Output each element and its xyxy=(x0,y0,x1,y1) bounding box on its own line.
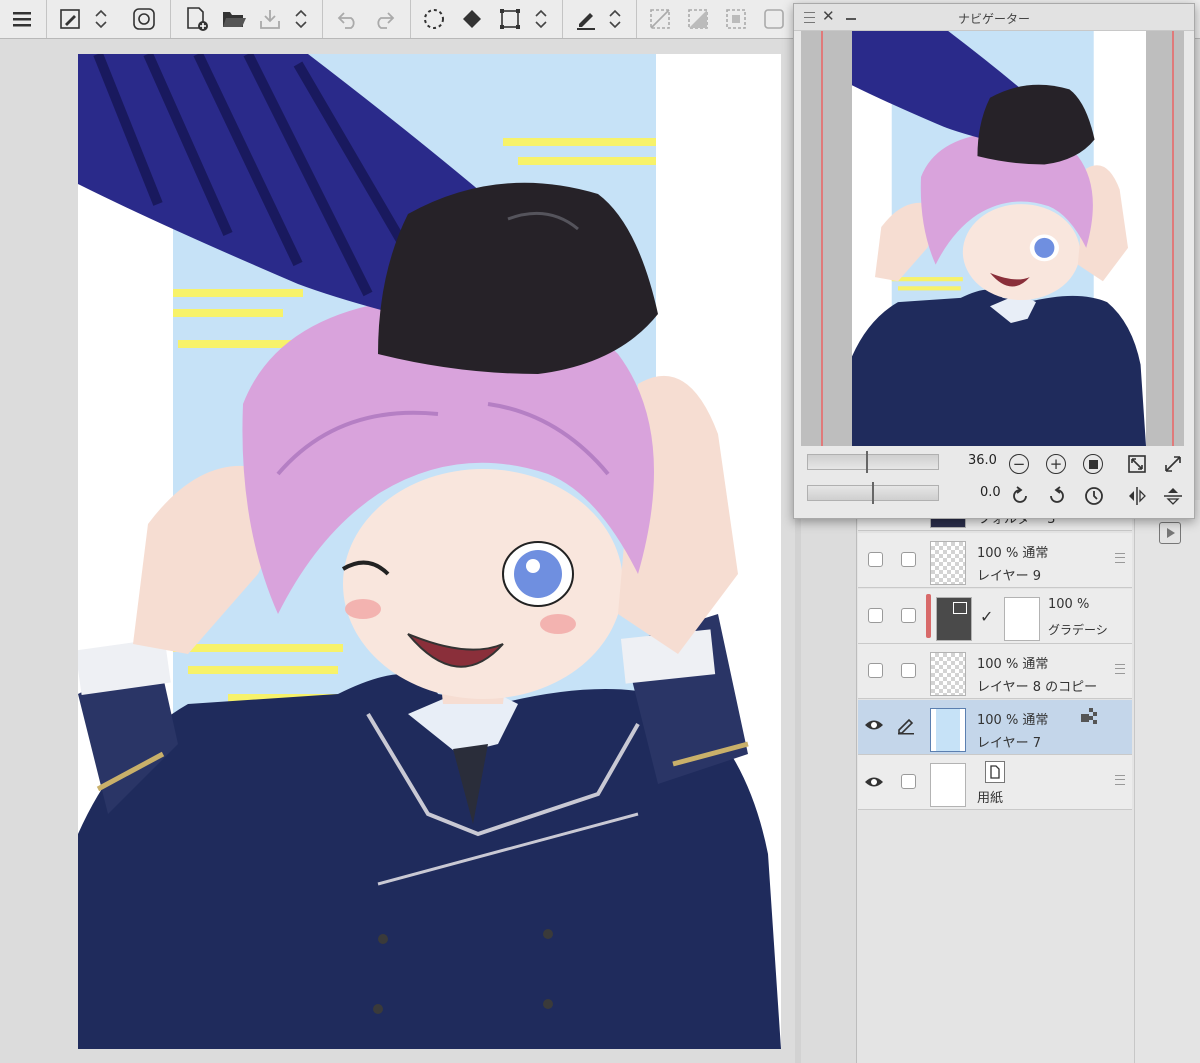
edit-toggle[interactable] xyxy=(901,552,916,567)
redo-icon[interactable] xyxy=(370,5,398,33)
paper-type-icon xyxy=(985,761,1005,783)
reset-rotation-icon[interactable] xyxy=(1083,485,1105,511)
invert-select-icon[interactable] xyxy=(684,5,712,33)
new-page-icon[interactable] xyxy=(182,5,210,33)
checkmark-icon: ✓ xyxy=(980,607,994,626)
layer-row-layer8-copy[interactable]: 100 % 通常 レイヤー 8 のコピー xyxy=(858,644,1132,699)
open-folder-icon[interactable] xyxy=(220,5,248,33)
select-more-icon[interactable] xyxy=(722,5,750,33)
navigator-titlebar[interactable]: ✕ ナビゲーター xyxy=(794,4,1194,31)
edit-toggle[interactable] xyxy=(901,774,916,789)
layer-menu-icon[interactable] xyxy=(1115,664,1125,674)
up-down-icon[interactable] xyxy=(90,5,112,33)
layer-name: レイヤー 7 xyxy=(977,736,1042,751)
visibility-toggle[interactable] xyxy=(868,552,883,567)
layer-thumbnail xyxy=(930,763,966,807)
zoom-slider[interactable] xyxy=(807,451,939,473)
layer-menu-icon[interactable] xyxy=(1115,775,1125,785)
up-down-icon[interactable] xyxy=(604,5,626,33)
layer-name: グラデーシ xyxy=(1048,623,1108,637)
edit-toggle[interactable] xyxy=(901,608,916,623)
navigator-title: ナビゲーター xyxy=(957,12,1030,26)
layer-menu-icon[interactable] xyxy=(1115,553,1125,563)
save-icon[interactable] xyxy=(256,5,284,33)
rotate-left-icon[interactable] xyxy=(1009,485,1031,511)
up-down-icon[interactable] xyxy=(290,5,312,33)
navigator-window: ✕ ナビゲーター 36.0 − + 0.0 xyxy=(793,3,1195,519)
zoom-value[interactable]: 36.0 xyxy=(968,453,997,468)
clipping-indicator xyxy=(926,594,931,638)
layer-thumbnail xyxy=(930,652,966,696)
selection-icon[interactable] xyxy=(420,5,448,33)
rotation-value[interactable]: 0.0 xyxy=(980,485,1001,500)
actual-size-icon[interactable] xyxy=(1162,453,1184,479)
side-panel xyxy=(1134,500,1200,1063)
flip-vertical-icon[interactable] xyxy=(1162,485,1184,511)
zoom-in-icon[interactable]: + xyxy=(1046,454,1066,474)
rotate-right-icon[interactable] xyxy=(1046,485,1068,511)
illustration-canvas[interactable] xyxy=(78,54,781,1049)
rotation-slider[interactable] xyxy=(807,482,939,504)
eye-icon[interactable] xyxy=(864,774,884,793)
lock-transparency-icon[interactable] xyxy=(1080,706,1100,728)
pen-icon[interactable] xyxy=(572,5,600,33)
layer-row-paper[interactable]: 用紙 xyxy=(858,755,1132,810)
fit-window-icon[interactable] xyxy=(1126,453,1148,479)
visibility-toggle[interactable] xyxy=(868,663,883,678)
layer-blend: 100 % 通常 xyxy=(977,657,1049,672)
edit-toggle[interactable] xyxy=(901,663,916,678)
rotation-slider-handle[interactable] xyxy=(872,482,874,504)
deselect-icon[interactable] xyxy=(646,5,674,33)
layer-blend: 100 % 通常 xyxy=(977,713,1049,728)
zoom-out-icon[interactable]: − xyxy=(1009,454,1029,474)
eye-icon[interactable] xyxy=(864,717,884,736)
transform-icon[interactable] xyxy=(496,5,524,33)
fit-screen-icon[interactable] xyxy=(1083,454,1103,474)
pen-icon[interactable] xyxy=(896,715,916,739)
timeline-icon[interactable] xyxy=(1159,522,1181,544)
layer-row-layer7[interactable]: 100 % 通常 レイヤー 7 xyxy=(858,700,1132,755)
layer-name: レイヤー 9 xyxy=(977,569,1042,584)
select-all-icon[interactable] xyxy=(760,5,788,33)
layer-blend: 100 % xyxy=(1048,597,1090,612)
zoom-slider-handle[interactable] xyxy=(866,451,868,473)
layer-thumbnail xyxy=(930,541,966,585)
fill-icon[interactable] xyxy=(458,5,486,33)
layer-thumbnail xyxy=(936,597,972,641)
layer-blend: 100 % 通常 xyxy=(977,546,1049,561)
flip-horizontal-icon[interactable] xyxy=(1126,485,1148,511)
up-down-icon[interactable] xyxy=(530,5,552,33)
visibility-toggle[interactable] xyxy=(868,608,883,623)
rotate-icon[interactable] xyxy=(130,5,158,33)
layer-mask-thumbnail xyxy=(1004,597,1040,641)
layer-name: レイヤー 8 のコピー xyxy=(977,680,1098,695)
pen-settings-icon[interactable] xyxy=(56,5,84,33)
navigator-preview[interactable] xyxy=(801,31,1184,446)
menu-icon[interactable] xyxy=(8,5,36,33)
layer-name: 用紙 xyxy=(977,791,1004,806)
undo-icon[interactable] xyxy=(334,5,362,33)
layer-row-layer9[interactable]: 100 % 通常 レイヤー 9 xyxy=(858,533,1132,588)
layer-thumbnail xyxy=(930,708,966,752)
layer-row-gradient[interactable]: ✓ 100 % グラデーシ xyxy=(858,589,1132,644)
